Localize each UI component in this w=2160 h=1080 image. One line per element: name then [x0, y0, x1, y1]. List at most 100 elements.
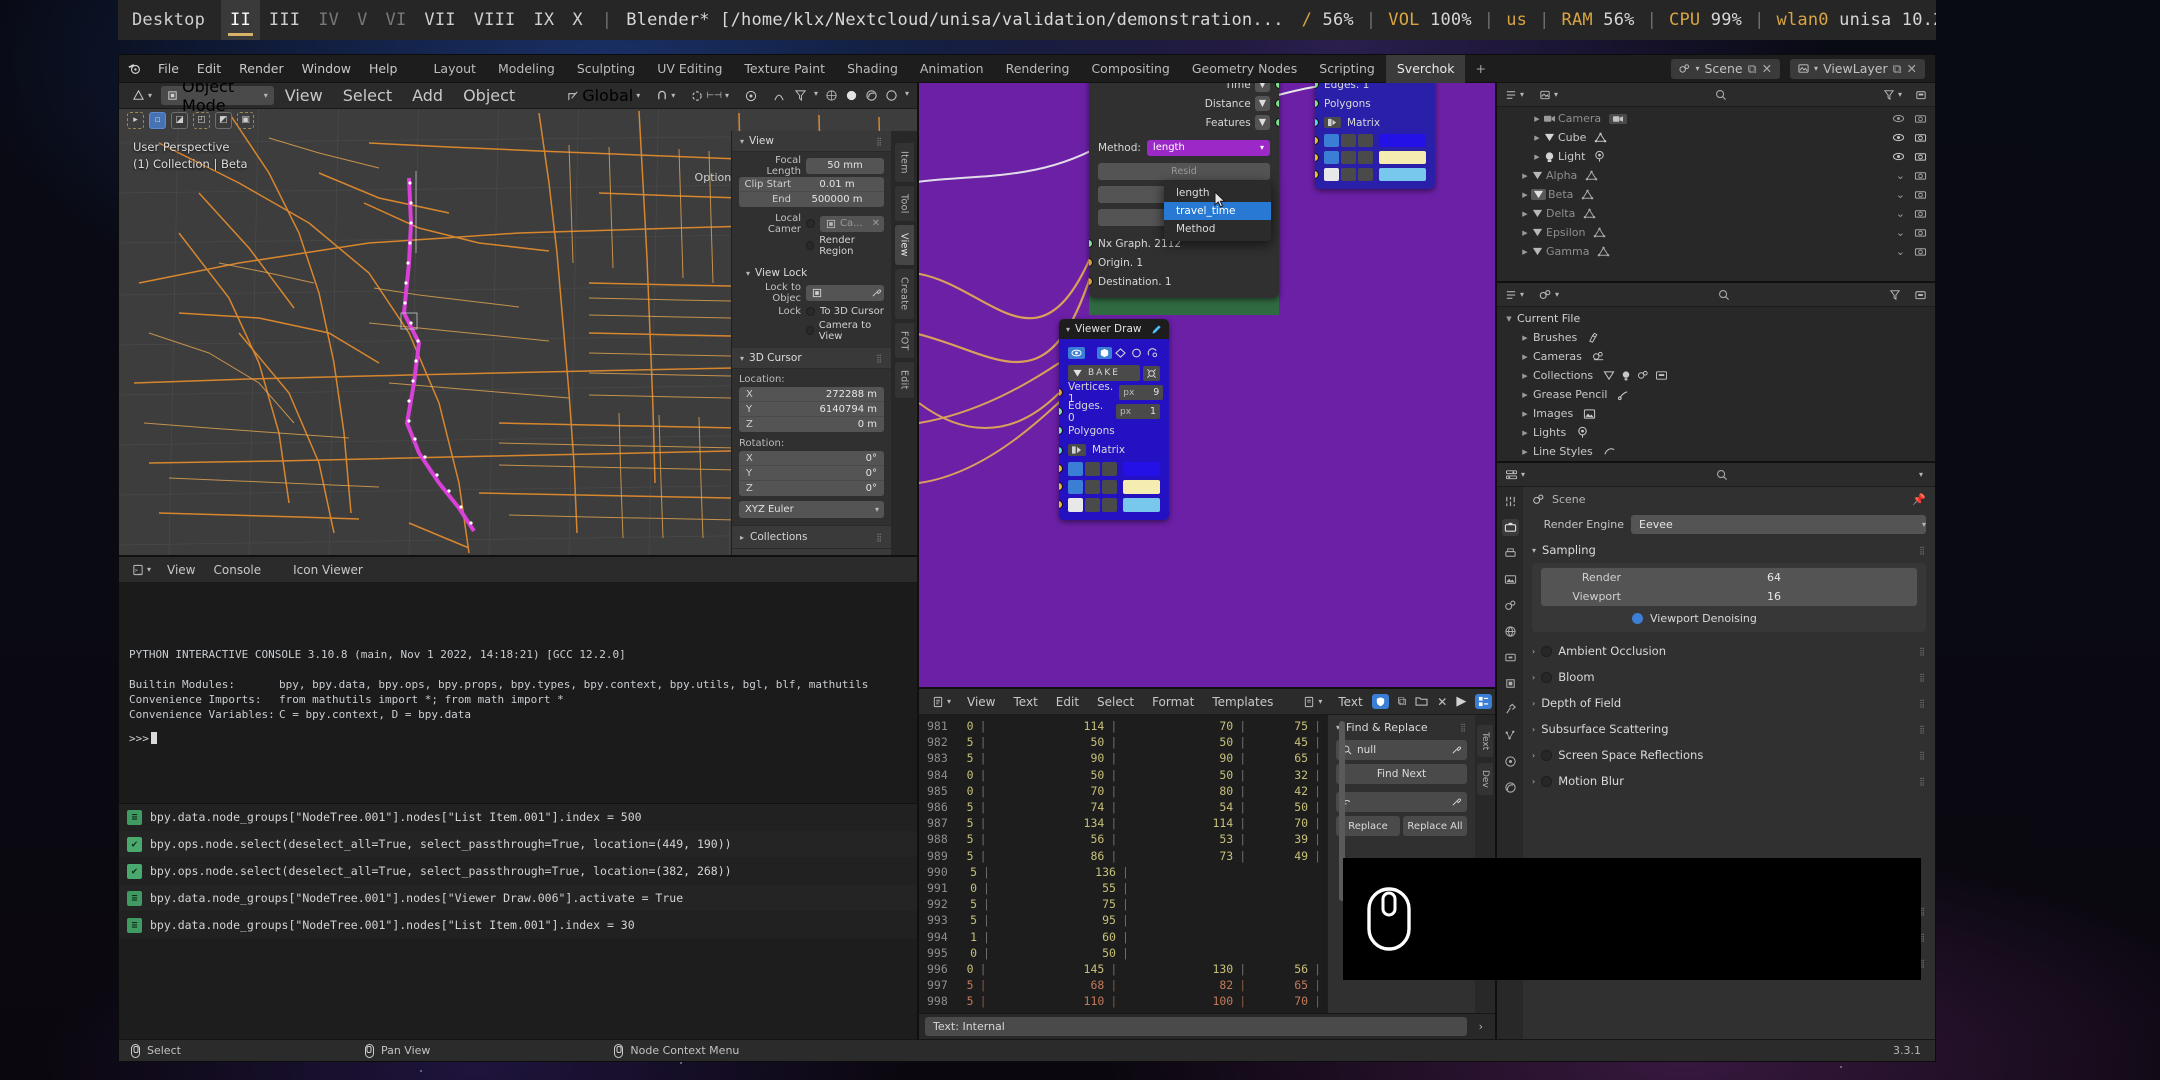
sampling-section-header[interactable]: ▾ Sampling ⣿	[1523, 537, 1935, 563]
workspace-tab-shading[interactable]: Shading	[836, 55, 909, 83]
visibility-chevron-down-icon[interactable]: ⌄	[1896, 226, 1905, 239]
menu-help[interactable]: Help	[360, 55, 407, 83]
select-intersect-icon[interactable]: ▣	[237, 111, 254, 129]
menu-window[interactable]: Window	[293, 55, 360, 83]
tag-6[interactable]: VI	[377, 0, 416, 40]
node-output-time[interactable]: Time ▼	[1089, 83, 1279, 94]
section-depth-of-field[interactable]: › Depth of Field ⣿	[1523, 690, 1935, 716]
expand-triangle-icon[interactable]: ▶	[1519, 353, 1531, 361]
run-script-icon[interactable]: ▶	[1456, 694, 1466, 709]
socket-color-1[interactable]	[1059, 464, 1063, 473]
viewport-menu-add[interactable]: Add	[403, 86, 452, 105]
console-menu-icon-viewer[interactable]: Icon Viewer	[284, 563, 372, 577]
expand-triangle-icon[interactable]: ▶	[1519, 210, 1531, 218]
tab-modifier-icon[interactable]	[1502, 701, 1519, 718]
socket-color-3[interactable]	[1059, 500, 1063, 509]
shading-rendered-icon[interactable]	[885, 89, 898, 102]
visibility-chevron-down-icon[interactable]: ⌄	[1896, 207, 1905, 220]
blendfile-row-images[interactable]: ▶ Images	[1497, 404, 1935, 423]
socket-swatch-2[interactable]	[1315, 153, 1319, 162]
socket-distance[interactable]	[1275, 99, 1279, 108]
socket-polygons[interactable]	[1059, 426, 1063, 435]
edges-px-field[interactable]: px 1	[1116, 404, 1160, 419]
expand-triangle-icon[interactable]: ▶	[1519, 334, 1531, 342]
node-input-destination[interactable]: Destination. 1	[1089, 272, 1279, 291]
outliner-display-mode-icon[interactable]: ▾	[1531, 85, 1558, 105]
partial-output-polygons[interactable]: Polygons	[1315, 94, 1435, 113]
clip-start-row[interactable]: Clip Start 0.01 m	[739, 177, 884, 192]
tab-world-icon[interactable]	[1502, 623, 1519, 640]
text-sidebar-tab-dev[interactable]: Dev	[1477, 763, 1493, 795]
node-input-origin[interactable]: Origin. 1	[1089, 253, 1279, 272]
workspace-tab-uv-editing[interactable]: UV Editing	[646, 55, 733, 83]
tag-desktop[interactable]: Desktop	[118, 0, 221, 40]
text-menu-templates[interactable]: Templates	[1203, 695, 1282, 709]
text-unlink-icon[interactable]: ✕	[1437, 695, 1447, 709]
workspace-tab-rendering[interactable]: Rendering	[995, 55, 1081, 83]
blendfile-editor-type-icon[interactable]: ▾	[1505, 285, 1524, 305]
info-log-row[interactable]: ≡ bpy.data.node_groups["NodeTree.001"].n…	[119, 885, 917, 912]
blendfile-search-input[interactable]	[1566, 289, 1882, 301]
expand-triangle-icon[interactable]: ▶	[1531, 153, 1543, 161]
tag-8[interactable]: VIII	[465, 0, 525, 40]
outliner-row-alpha[interactable]: ▶ Alpha ⌄	[1497, 166, 1935, 185]
visibility-chevron-down-icon[interactable]: ⌄	[1896, 245, 1905, 258]
outliner-row-light[interactable]: ▶ Light	[1497, 147, 1935, 166]
npanel-section-viewlock[interactable]: ▾ View Lock	[732, 263, 891, 283]
console-menu-view[interactable]: View	[158, 563, 204, 577]
visibility-eye-icon[interactable]	[1892, 113, 1905, 124]
workspace-tab-animation[interactable]: Animation	[909, 55, 995, 83]
select-box-icon[interactable]: ▫	[149, 111, 166, 129]
workspace-tab-scripting[interactable]: Scripting	[1308, 55, 1386, 83]
eye-icon[interactable]	[1068, 347, 1085, 359]
socket-swatch-1[interactable]	[1315, 136, 1319, 145]
text-fake-user-icon[interactable]	[1371, 694, 1389, 709]
npanel-section-collections[interactable]: ▸ Collections ⣿	[732, 525, 891, 548]
blender-logo-icon[interactable]	[119, 61, 149, 76]
tool-tweak-icon[interactable]: ▸	[127, 111, 144, 129]
edges-display-icon[interactable]	[1113, 347, 1128, 359]
properties-options-chevron-icon[interactable]: ▾	[1919, 470, 1927, 479]
tab-material-icon[interactable]	[1502, 779, 1519, 796]
replace-input[interactable]	[1336, 792, 1467, 812]
partial-swatch-row-3[interactable]	[1315, 166, 1435, 183]
color-swatch-2[interactable]	[1123, 480, 1160, 494]
cursor-loc-y-row[interactable]: Y 6140794 m	[739, 402, 884, 417]
tab-physics-icon[interactable]	[1502, 753, 1519, 770]
blendfile-filter-icon[interactable]	[1889, 285, 1901, 305]
npanel-section-view[interactable]: ▾ View ⣿	[732, 131, 891, 152]
text-datablock-icon[interactable]: ▾	[1296, 692, 1329, 712]
text-menu-text[interactable]: Text	[1005, 695, 1047, 709]
tab-particles-icon[interactable]	[1502, 727, 1519, 744]
eyedropper-icon[interactable]	[871, 288, 884, 298]
expand-triangle-icon[interactable]: ▶	[1519, 172, 1531, 180]
text-datablock-name[interactable]: Text	[1329, 695, 1371, 709]
tab-tool-icon[interactable]	[1502, 493, 1519, 510]
outliner-editor-type-icon[interactable]: ▾	[1505, 85, 1524, 105]
focal-length-field[interactable]: 50 mm	[806, 157, 884, 174]
expand-triangle-icon[interactable]: ▶	[1519, 391, 1531, 399]
outliner-row-delta[interactable]: ▶ Delta ⌄	[1497, 204, 1935, 223]
viewport-denoising-row[interactable]: Viewport Denoising	[1532, 606, 1926, 627]
cursor-rot-y-row[interactable]: Y 0°	[739, 466, 884, 481]
viewport-menu-view[interactable]: View	[276, 86, 332, 105]
motion-blur-checkbox[interactable]	[1541, 775, 1553, 787]
workspace-tab-sverchok[interactable]: Sverchok	[1385, 54, 1466, 83]
properties-search-input[interactable]	[1532, 469, 1912, 481]
text-menu-format[interactable]: Format	[1143, 695, 1203, 709]
viewport-denoising-checkbox[interactable]	[1632, 613, 1643, 624]
workspace-tab-sculpting[interactable]: Sculpting	[566, 55, 646, 83]
menu-file[interactable]: File	[149, 55, 188, 83]
socket-nx-graph[interactable]	[1089, 239, 1093, 248]
outliner-row-gamma[interactable]: ▶ Gamma ⌄	[1497, 242, 1935, 261]
editor-type-icon[interactable]: ▾	[125, 86, 159, 106]
outliner-search-input[interactable]	[1565, 89, 1876, 101]
viewport-menu-object[interactable]: Object	[454, 86, 524, 105]
info-log-row[interactable]: ≡ bpy.data.node_groups["NodeTree.001"].n…	[119, 804, 917, 831]
socket-destination[interactable]	[1089, 277, 1093, 286]
render-camera-icon[interactable]	[1914, 132, 1927, 143]
npanel-tab-tool[interactable]: Tool	[894, 185, 914, 222]
bloom-checkbox[interactable]	[1541, 671, 1553, 683]
node-canvas[interactable]: Time ▼ Distance ▼ Features ▼ Method: len…	[919, 83, 1495, 687]
viewport-menu-select[interactable]: Select	[334, 86, 401, 105]
